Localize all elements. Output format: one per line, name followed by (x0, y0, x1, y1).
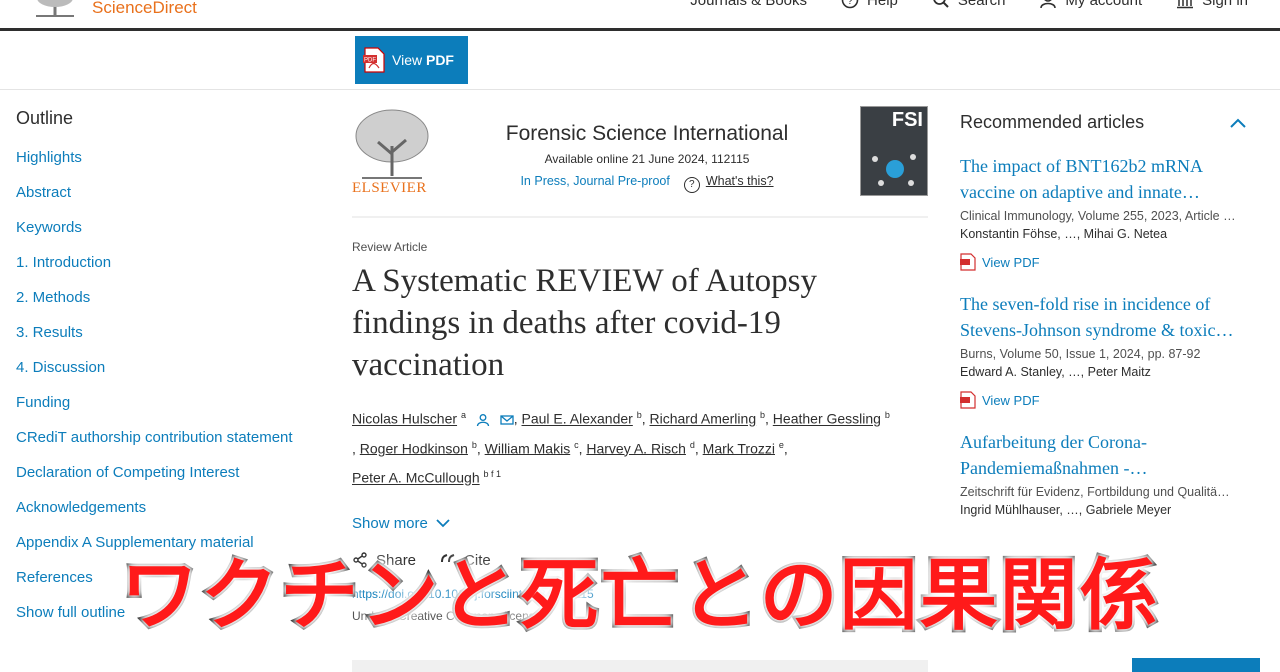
elsevier-tree-icon (36, 0, 74, 17)
author-affiliation: d (689, 439, 695, 450)
author-link[interactable]: Roger Hodkinson (360, 440, 468, 456)
author-affiliation: c (574, 439, 579, 450)
journal-cover[interactable]: FSI (860, 106, 928, 196)
rec-title[interactable]: The seven-fold rise in incidence of Stev… (960, 291, 1250, 343)
author-affiliation: b (884, 410, 890, 420)
author-affiliation: b (760, 410, 766, 420)
author-link[interactable]: Harvey A. Risch (586, 440, 686, 456)
person-icon (1040, 0, 1057, 9)
outline-item[interactable]: Highlights (16, 147, 326, 182)
press-status: In Press, Journal Pre-proof? What's this? (492, 174, 802, 193)
email-icon[interactable] (500, 414, 514, 426)
nav-sign-in[interactable]: Sign in (1176, 0, 1248, 9)
nav-help[interactable]: ? Help (841, 0, 898, 9)
author-link[interactable]: Nicolas Hulscher (352, 411, 457, 427)
view-pdf-label: View PDF (392, 52, 454, 68)
show-more-button[interactable]: Show more (352, 515, 928, 532)
author-link[interactable]: William Makis (485, 440, 571, 456)
content-divider (352, 660, 928, 672)
nav-my-account[interactable]: My account (1039, 0, 1142, 9)
nav-journals-books[interactable]: Journals & Books (690, 0, 807, 9)
top-navigation: ScienceDirect Journals & Books ? Help Se… (0, 0, 1280, 31)
outline-item[interactable]: Keywords (16, 217, 326, 252)
rec-view-pdf[interactable]: View PDF (960, 253, 1250, 271)
outline-item[interactable]: Acknowledgements (16, 497, 326, 532)
author-link[interactable]: Mark Trozzi (703, 440, 775, 456)
rec-view-pdf[interactable]: View PDF (960, 391, 1250, 409)
journal-title[interactable]: Forensic Science International (492, 122, 802, 146)
cover-label: FSI (891, 109, 923, 131)
chevron-down-icon (436, 519, 450, 528)
author-affiliation: b f 1 (483, 469, 502, 480)
outline-item[interactable]: 3. Results (16, 322, 326, 357)
author-list: Nicolas Hulscher a , Paul E. Alexander b… (352, 410, 890, 486)
show-more-label: Show more (352, 514, 428, 532)
outline-item[interactable]: Declaration of Competing Interest (16, 462, 326, 497)
rec-source: Burns, Volume 50, Issue 1, 2024, pp. 87-… (960, 347, 1201, 361)
author-affiliation: a (460, 410, 466, 420)
recommended-panel: Recommended articles The impact of BNT16… (960, 112, 1250, 517)
recommended-item: Aufarbeitung der Corona-Pandemiemaßnahme… (960, 429, 1250, 517)
journal-header: ELSEVIER Forensic Science International … (352, 100, 928, 218)
rec-title[interactable]: Aufarbeitung der Corona-Pandemiemaßnahme… (960, 429, 1250, 481)
rec-source: Zeitschrift für Evidenz, Fortbildung und… (960, 485, 1230, 499)
nav-help-label: Help (867, 0, 898, 9)
nav-my-account-label: My account (1065, 0, 1143, 9)
nav-search-label: Search (957, 0, 1006, 9)
rec-authors: Edward A. Stanley, …, Peter Maitz (960, 365, 1151, 379)
rec-authors: Konstantin Föhse, …, Mihai G. Netea (960, 227, 1168, 241)
available-online: Available online 21 June 2024, 112115 (544, 152, 750, 166)
whats-this-link[interactable]: What's this? (706, 174, 774, 188)
pdf-icon: PDF (363, 47, 385, 73)
nav-search[interactable]: Search (932, 0, 1006, 9)
publisher-name: ELSEVIER (352, 180, 427, 196)
author-link[interactable]: Paul E. Alexander (522, 411, 633, 427)
pdf-icon (960, 253, 976, 271)
rec-authors: Ingrid Mühlhauser, …, Gabriele Meyer (960, 503, 1172, 517)
pdf-toolbar: PDF View PDF (0, 31, 1280, 90)
person-icon[interactable] (476, 413, 490, 426)
search-icon (933, 0, 949, 8)
pdf-icon (960, 391, 976, 409)
outline-item[interactable]: CRediT authorship contribution statement (16, 427, 326, 462)
author-link[interactable]: Richard Amerling (650, 411, 757, 427)
article-title: A Systematic REVIEW of Autopsy findings … (352, 263, 818, 383)
nav-items: Journals & Books ? Help Search My accoun… (690, 0, 1248, 9)
author-affiliation: b (636, 410, 642, 420)
outline-item[interactable]: 1. Introduction (16, 252, 326, 287)
institution-icon (1177, 0, 1194, 9)
author-affiliation: b (471, 439, 477, 450)
rec-view-pdf-label: View PDF (982, 392, 1040, 408)
outline-title: Outline (16, 108, 74, 128)
view-pdf-button[interactable]: PDF View PDF (355, 36, 468, 84)
rec-title[interactable]: The impact of BNT162b2 mRNA vaccine on a… (960, 153, 1250, 205)
article-type: Review Article (352, 240, 428, 254)
author-link[interactable]: Heather Gessling (773, 411, 881, 427)
author-affiliation: e (778, 439, 784, 450)
outline-item[interactable]: Funding (16, 392, 326, 427)
outline-item[interactable]: 2. Methods (16, 287, 326, 322)
author-link[interactable]: Peter A. McCullough (352, 470, 480, 486)
question-icon: ? (683, 177, 700, 193)
recommended-title: Recommended articles (960, 112, 1145, 132)
help-icon: ? (841, 0, 859, 9)
in-press-link[interactable]: In Press, Journal Pre-proof (520, 174, 669, 188)
rec-view-pdf-label: View PDF (982, 254, 1040, 270)
recommended-item: The seven-fold rise in incidence of Stev… (960, 291, 1250, 409)
svg-text:PDF: PDF (364, 58, 376, 64)
outline-item[interactable]: 4. Discussion (16, 357, 326, 392)
outline-item[interactable]: Abstract (16, 182, 326, 217)
brand[interactable]: ScienceDirect (32, 0, 197, 18)
recommended-item: The impact of BNT162b2 mRNA vaccine on a… (960, 153, 1250, 271)
svg-text:?: ? (847, 0, 853, 7)
chevron-up-icon[interactable] (1230, 118, 1246, 128)
brand-name: ScienceDirect (92, 0, 197, 17)
recommended-header[interactable]: Recommended articles (960, 112, 1250, 133)
nav-sign-in-label: Sign in (1202, 0, 1248, 9)
rec-source: Clinical Immunology, Volume 255, 2023, A… (960, 209, 1236, 223)
video-caption-overlay: ワクチンと死亡との因果関係 (118, 549, 1160, 644)
